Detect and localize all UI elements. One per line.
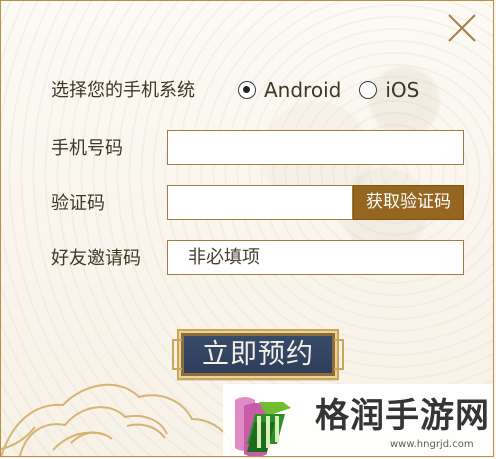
android-radio-icon[interactable] xyxy=(238,81,256,99)
get-code-button[interactable]: 获取验证码 xyxy=(353,185,464,220)
android-label: Android xyxy=(264,78,342,102)
reserve-button-label: 立即预约 xyxy=(202,339,314,370)
code-label: 验证码 xyxy=(51,193,105,214)
invite-code-placeholder: 非必填项 xyxy=(188,247,260,268)
watermark-banner: 格润手游网 www.hngrjd.com xyxy=(223,384,493,456)
reserve-button[interactable]: 立即预约 xyxy=(172,329,344,380)
invite-label: 好友邀请码 xyxy=(51,248,141,269)
watermark-name: 格润手游网 xyxy=(315,396,490,436)
reservation-modal: 选择您的手机系统 Android iOS 手机号码 验证码 获取验证码 好友邀请… xyxy=(0,0,494,457)
close-icon[interactable] xyxy=(445,11,479,45)
phone-label: 手机号码 xyxy=(51,138,123,159)
android-option[interactable]: Android xyxy=(238,78,341,102)
phone-input[interactable] xyxy=(167,130,464,165)
system-label: 选择您的手机系统 xyxy=(51,80,195,101)
ios-label: iOS xyxy=(385,78,420,102)
os-radio-group: Android iOS xyxy=(238,78,419,102)
ios-option[interactable]: iOS xyxy=(359,78,419,102)
verification-code-input[interactable] xyxy=(167,185,353,220)
invite-code-input[interactable]: 非必填项 xyxy=(167,240,464,275)
watermark-url: www.hngrjd.com xyxy=(390,439,474,450)
brand-logo xyxy=(235,397,291,456)
ios-radio-icon[interactable] xyxy=(359,81,378,99)
